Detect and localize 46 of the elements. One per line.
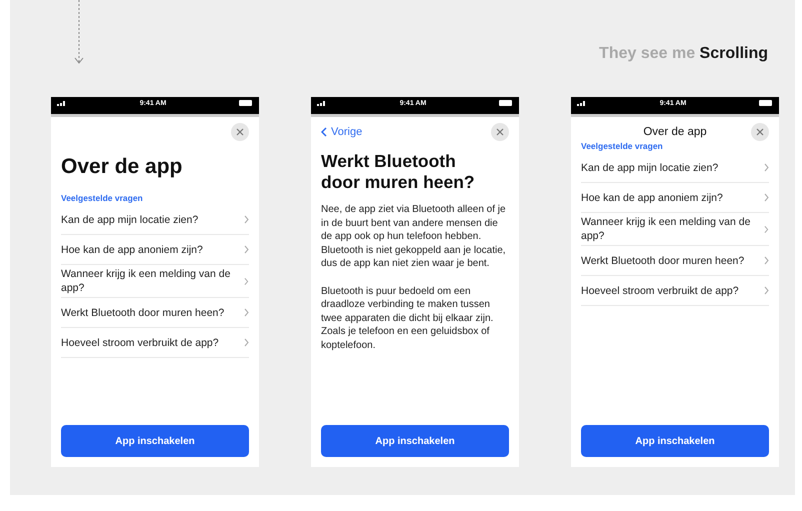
enable-app-button[interactable]: App inschakelen [581, 425, 769, 457]
chevron-right-icon [764, 163, 769, 172]
close-icon [756, 128, 764, 136]
page-title: Over de app [61, 155, 184, 179]
nav-title: Over de app [642, 126, 708, 138]
back-link[interactable]: Vorige [321, 126, 362, 138]
faq-item[interactable]: Werkt Bluetooth door muren heen? [61, 298, 249, 328]
signal-icon [317, 100, 327, 106]
chevron-right-icon [244, 308, 249, 317]
battery-icon [499, 100, 513, 106]
signal-icon [57, 100, 67, 106]
body-text: Bluetooth is puur bedoeld om een draadloze verbinding te maken tussen twee apparaten die dicht bij elkaar zijn. Zoals je telefoon en een geluidsbox of koptelefoon. [321, 284, 494, 352]
faq-item[interactable]: Hoe kan de app anoniem zijn? [581, 183, 769, 213]
caption: They see me Scrolling [599, 45, 768, 63]
chevron-right-icon [764, 286, 769, 295]
close-icon [236, 128, 244, 136]
section-heading: Veelgestelde vragen [61, 193, 144, 203]
signal-icon [577, 100, 587, 106]
body-text: Nee, de app ziet via Bluetooth alleen of je in de buurt bent van andere mensen die de app ook op hun telefoon hebben. Bluetooth is niet gekoppeld aan je locatie, dus de app kan niet zien waar je bent. [321, 203, 507, 270]
faq-item[interactable]: Wanneer krijg ik een melding van de app? [61, 265, 249, 298]
enable-app-button[interactable]: App inschakelen [61, 425, 249, 457]
chevron-right-icon [244, 245, 249, 254]
faq-item[interactable]: Wanneer krijg ik een melding van de app? [581, 213, 769, 246]
chevron-right-icon [764, 224, 769, 234]
faq-item[interactable]: Werkt Bluetooth door muren heen? [581, 246, 769, 276]
close-button[interactable] [751, 123, 769, 141]
chevron-right-icon [244, 338, 249, 347]
battery-icon [759, 100, 773, 106]
faq-item[interactable]: Hoeveel stroom verbruikt de app? [61, 328, 249, 358]
dotted-arrow-icon [74, 0, 84, 66]
faq-item[interactable]: Kan de app mijn locatie zien? [61, 205, 249, 235]
chevron-right-icon [244, 215, 249, 224]
section-heading: Veelgestelde vragen [581, 141, 664, 151]
close-button[interactable] [231, 123, 249, 141]
faq-item[interactable]: Hoe kan de app anoniem zijn? [61, 235, 249, 265]
chevron-right-icon [764, 193, 769, 202]
close-button[interactable] [491, 123, 509, 141]
page-title: Werkt Bluetooth door muren heen? [321, 151, 476, 193]
close-icon [496, 128, 504, 136]
chevron-left-icon [321, 127, 327, 137]
battery-icon [239, 100, 253, 106]
enable-app-button[interactable]: App inschakelen [321, 425, 509, 457]
chevron-right-icon [764, 256, 769, 265]
faq-item[interactable]: Hoeveel stroom verbruikt de app? [581, 276, 769, 306]
faq-item[interactable]: Kan de app mijn locatie zien? [581, 153, 769, 183]
chevron-right-icon [244, 276, 249, 286]
